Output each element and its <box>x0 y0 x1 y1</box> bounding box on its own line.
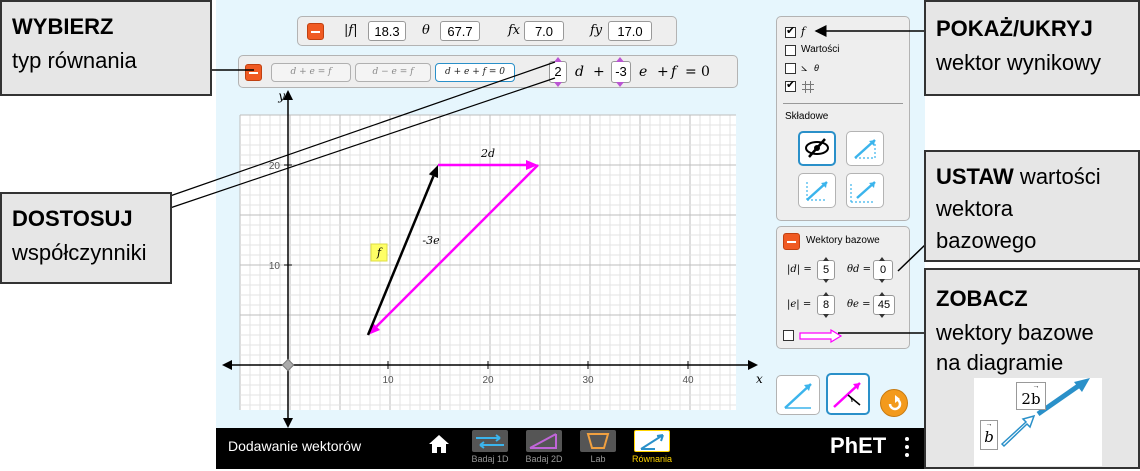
callout-choose-title: WYBIERZ <box>12 14 114 39</box>
adjust-connector-2 <box>169 77 556 209</box>
callout-choose: WYBIERZ typ równania <box>0 0 212 96</box>
callout-set-line1: USTAW wartości <box>936 164 1101 190</box>
callout-adjust-title: DOSTOSUJ <box>12 206 133 231</box>
callout-see-line3: na diagramie <box>936 350 1064 375</box>
callout-choose-text: typ równania <box>12 48 137 73</box>
demo-2b-label: → 2b <box>1016 382 1046 410</box>
callout-adjust-text: współczynniki <box>12 240 147 265</box>
adjust-connector-1 <box>169 61 556 197</box>
callout-set-line3: bazowego <box>936 228 1037 253</box>
set-connector <box>897 243 927 272</box>
callout-set: USTAW wartości wektora bazowego <box>924 150 1140 262</box>
demo-b-label: → b <box>980 420 998 450</box>
callout-set-title: USTAW <box>936 164 1014 189</box>
base-vectors-demo-image: → b → 2b <box>974 378 1102 466</box>
callout-see: ZOBACZ wektory bazowe na diagramie → b →… <box>924 268 1140 469</box>
callout-adjust: DOSTOSUJ współczynniki <box>0 192 172 284</box>
callout-see-title: ZOBACZ <box>936 286 1028 311</box>
callout-show: POKAŻ/UKRYJ wektor wynikowy <box>924 0 1140 96</box>
callout-set-title-rest: wartości <box>1013 164 1101 189</box>
callout-see-line2: wektory bazowe <box>936 320 1094 345</box>
callout-set-line2: wektora <box>936 196 1014 221</box>
callout-show-text: wektor wynikowy <box>936 50 1102 75</box>
callout-show-title: POKAŻ/UKRYJ <box>936 16 1093 41</box>
